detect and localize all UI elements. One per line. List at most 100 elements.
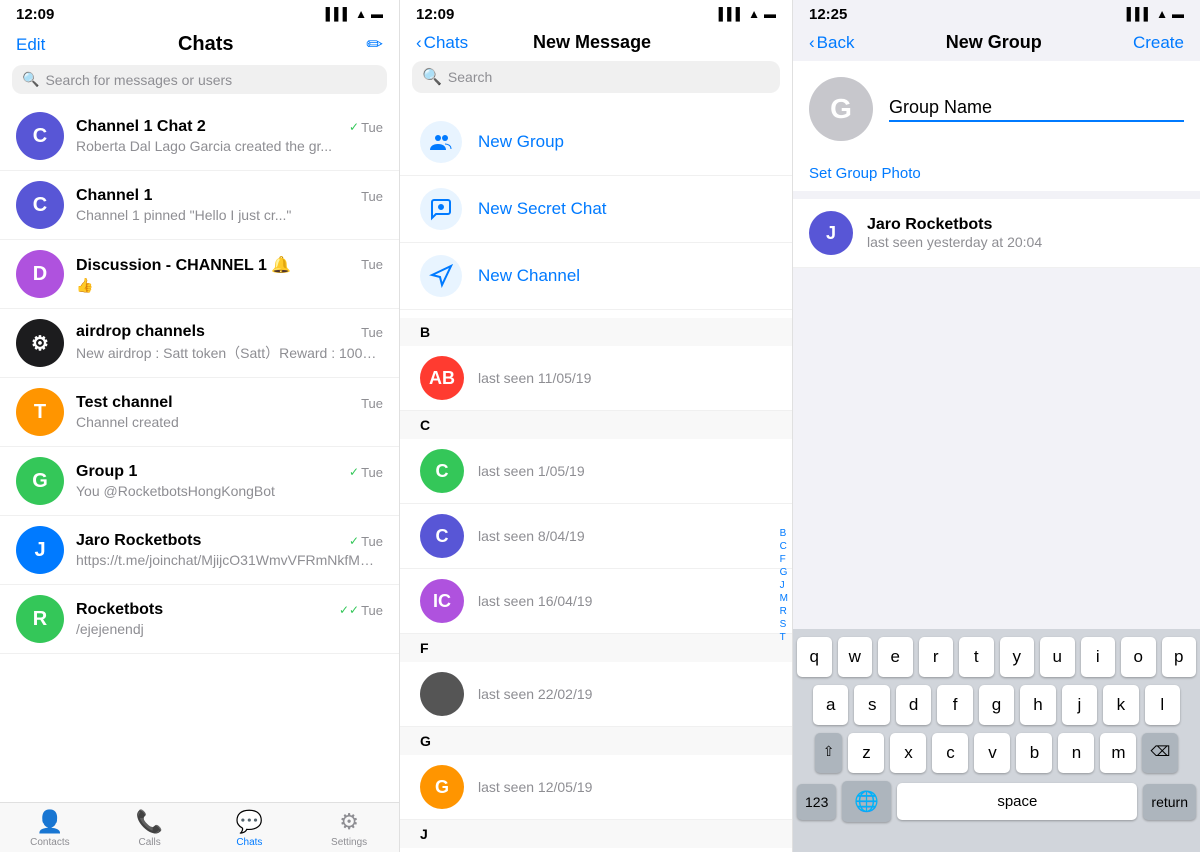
alpha-c[interactable]: C xyxy=(780,541,788,552)
avatar: J xyxy=(16,526,64,574)
key-o[interactable]: o xyxy=(1121,637,1156,677)
search-icon-2: 🔍 xyxy=(422,67,442,87)
chat-meta: Tue xyxy=(361,325,383,340)
shift-key[interactable]: ⇧ xyxy=(815,733,843,773)
new-channel-item[interactable]: New Channel xyxy=(400,243,792,310)
key-t[interactable]: t xyxy=(959,637,994,677)
key-e[interactable]: e xyxy=(878,637,913,677)
edit-button[interactable]: Edit xyxy=(16,35,45,55)
contact-c1[interactable]: C last seen 1/05/19 xyxy=(400,439,792,504)
key-m[interactable]: m xyxy=(1100,733,1136,773)
alpha-j[interactable]: J xyxy=(780,580,788,591)
back-to-chats-button[interactable]: ‹ Chats xyxy=(416,33,468,53)
key-w[interactable]: w xyxy=(838,637,873,677)
contact-ab[interactable]: AB last seen 11/05/19 xyxy=(400,346,792,411)
chat-meta: ✓ Tue xyxy=(349,534,383,549)
key-p[interactable]: p xyxy=(1162,637,1197,677)
alpha-m[interactable]: M xyxy=(780,593,788,604)
group-spacer xyxy=(793,268,1200,629)
key-v[interactable]: v xyxy=(974,733,1010,773)
chat-content: Channel 1 Chat 2 ✓ Tue Roberta Dal Lago … xyxy=(76,118,383,154)
status-icons-1: ▌▌▌ ▲ ▬ xyxy=(326,7,383,21)
key-x[interactable]: x xyxy=(890,733,926,773)
key-g[interactable]: g xyxy=(979,685,1014,725)
contact-ic[interactable]: IC last seen 16/04/19 xyxy=(400,569,792,634)
chat-time: Tue xyxy=(361,534,383,549)
key-f[interactable]: f xyxy=(937,685,972,725)
return-key[interactable]: return xyxy=(1143,784,1196,820)
list-item[interactable]: T Test channel Tue Channel created xyxy=(0,378,399,447)
chat-preview: You @RocketbotsHongKongBot xyxy=(76,483,383,499)
key-b[interactable]: b xyxy=(1016,733,1052,773)
numbers-key[interactable]: 123 xyxy=(797,784,836,820)
chat-preview: New airdrop : Satt token（Satt）Reward : 1… xyxy=(76,343,383,363)
tab-calls[interactable]: 📞 Calls xyxy=(100,809,200,848)
list-item[interactable]: J Jaro Rocketbots ✓ Tue https://t.me/joi… xyxy=(0,516,399,585)
status-icons-2: ▌▌▌ ▲ ▬ xyxy=(719,7,776,21)
contact-status-c2: last seen 8/04/19 xyxy=(478,528,772,544)
member-jaro[interactable]: J Jaro Rocketbots last seen yesterday at… xyxy=(793,199,1200,268)
list-item[interactable]: C Channel 1 Chat 2 ✓ Tue Roberta Dal Lag… xyxy=(0,102,399,171)
key-d[interactable]: d xyxy=(896,685,931,725)
compose-button[interactable]: ✏ xyxy=(366,32,383,57)
group-avatar[interactable]: G xyxy=(809,77,873,141)
set-photo-link[interactable]: Set Group Photo xyxy=(809,165,921,182)
key-a[interactable]: a xyxy=(813,685,848,725)
key-i[interactable]: i xyxy=(1081,637,1116,677)
section-g: G G last seen 12/05/19 xyxy=(400,727,792,820)
chat-name: Rocketbots xyxy=(76,601,163,619)
key-u[interactable]: u xyxy=(1040,637,1075,677)
list-item[interactable]: G Group 1 ✓ Tue You @RocketbotsHongKongB… xyxy=(0,447,399,516)
chat-header: airdrop channels Tue xyxy=(76,323,383,341)
new-group-item[interactable]: New Group xyxy=(400,109,792,176)
search-bar-2[interactable]: 🔍 Search xyxy=(412,61,780,93)
alpha-b[interactable]: B xyxy=(780,528,788,539)
key-j[interactable]: j xyxy=(1062,685,1097,725)
list-item[interactable]: R Rocketbots ✓✓ Tue /ejejenendj xyxy=(0,585,399,654)
contact-j[interactable]: J last seen yesterday at 20:04 xyxy=(400,848,792,852)
key-h[interactable]: h xyxy=(1020,685,1055,725)
group-setup: G xyxy=(793,61,1200,157)
key-y[interactable]: y xyxy=(1000,637,1035,677)
key-c[interactable]: c xyxy=(932,733,968,773)
key-n[interactable]: n xyxy=(1058,733,1094,773)
nav-bar-2: ‹ Chats New Message xyxy=(400,28,792,61)
list-item[interactable]: C Channel 1 Tue Channel 1 pinned "Hello … xyxy=(0,171,399,240)
new-secret-item[interactable]: New Secret Chat xyxy=(400,176,792,243)
key-q[interactable]: q xyxy=(797,637,832,677)
space-key[interactable]: space xyxy=(897,783,1137,820)
list-item[interactable]: D Discussion - CHANNEL 1 🔔 Tue 👍 xyxy=(0,240,399,309)
contact-c2[interactable]: C last seen 8/04/19 xyxy=(400,504,792,569)
back-button-3[interactable]: ‹ Back xyxy=(809,33,854,53)
chat-time: Tue xyxy=(361,603,383,618)
member-info-jaro: Jaro Rocketbots last seen yesterday at 2… xyxy=(867,216,1184,250)
alpha-t[interactable]: T xyxy=(780,632,788,643)
list-item[interactable]: ⚙ airdrop channels Tue New airdrop : Sat… xyxy=(0,309,399,378)
alpha-r[interactable]: R xyxy=(780,606,788,617)
tab-chats[interactable]: 💬 Chats xyxy=(200,809,300,848)
alpha-s[interactable]: S xyxy=(780,619,788,630)
key-s[interactable]: s xyxy=(854,685,889,725)
contact-g[interactable]: G last seen 12/05/19 xyxy=(400,755,792,820)
key-l[interactable]: l xyxy=(1145,685,1180,725)
delete-key[interactable]: ⌫ xyxy=(1142,733,1178,773)
contact-f[interactable]: last seen 22/02/19 xyxy=(400,662,792,727)
alpha-index[interactable]: B C F G J M R S T xyxy=(780,318,788,852)
tab-contacts[interactable]: 👤 Contacts xyxy=(0,809,100,848)
contact-status-f: last seen 22/02/19 xyxy=(478,686,772,702)
contact-status-g: last seen 12/05/19 xyxy=(478,779,772,795)
search-bar-1[interactable]: 🔍 Search for messages or users xyxy=(12,65,387,94)
create-button[interactable]: Create xyxy=(1133,33,1184,53)
group-name-input[interactable] xyxy=(889,97,1184,122)
chat-content: Discussion - CHANNEL 1 🔔 Tue 👍 xyxy=(76,255,383,294)
keyboard-bottom xyxy=(793,828,1200,852)
tab-settings[interactable]: ⚙ Settings xyxy=(299,809,399,848)
chat-time: Tue xyxy=(361,396,383,411)
alpha-f[interactable]: F xyxy=(780,554,788,565)
key-z[interactable]: z xyxy=(848,733,884,773)
chat-header: Group 1 ✓ Tue xyxy=(76,463,383,481)
key-k[interactable]: k xyxy=(1103,685,1138,725)
key-r[interactable]: r xyxy=(919,637,954,677)
alpha-g[interactable]: G xyxy=(780,567,788,578)
globe-key[interactable]: 🌐 xyxy=(842,781,891,822)
